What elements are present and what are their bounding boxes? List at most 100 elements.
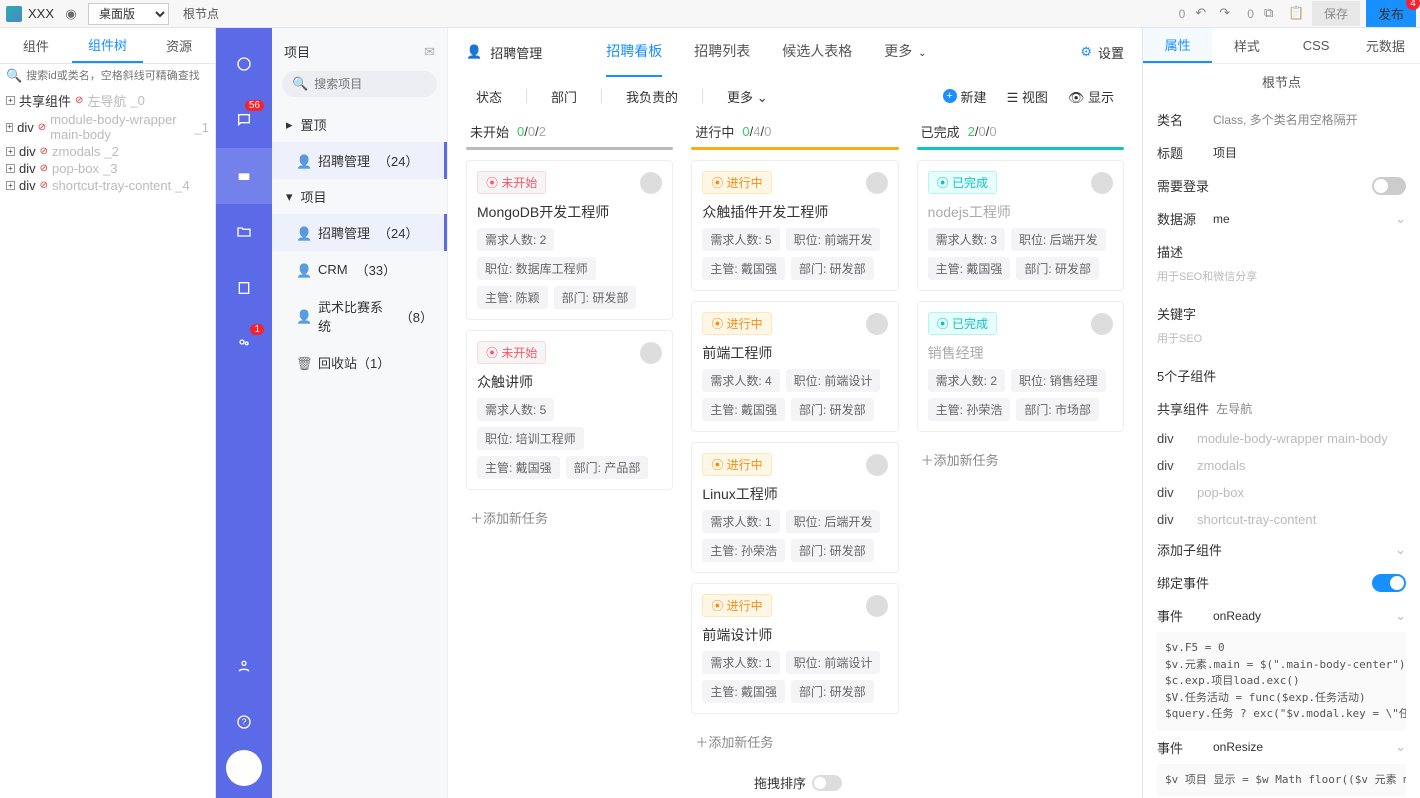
person-icon: 👤 xyxy=(296,154,310,168)
breadcrumb[interactable]: 根节点 xyxy=(175,5,227,22)
undo-icon[interactable]: ↶ xyxy=(1195,5,1213,23)
avatar xyxy=(866,313,888,335)
node-title: 根节点 xyxy=(1143,64,1420,99)
publish-button[interactable]: 发布4 xyxy=(1366,0,1416,27)
mail-icon[interactable]: ✉ xyxy=(424,44,435,60)
rail-profile[interactable] xyxy=(216,638,272,694)
kanban-column: 进行中0/4/0⦿ 进行中众触插件开发工程师需求人数: 5职位: 前端开发主管:… xyxy=(691,116,898,786)
svg-text:?: ? xyxy=(242,717,247,727)
proj-section[interactable]: ▾项目 xyxy=(272,179,447,214)
person-icon: 👤 xyxy=(296,309,310,323)
undo-count: 0 xyxy=(1175,7,1190,21)
kanban-card[interactable]: ⦿ 未开始MongoDB开发工程师需求人数: 2职位: 数据库工程师主管: 陈颖… xyxy=(466,160,673,320)
avatar xyxy=(640,342,662,364)
tab-components[interactable]: 组件 xyxy=(0,28,72,63)
tree-item[interactable]: +div⊘module-body-wrapper main-body _1 xyxy=(6,111,209,143)
paste-icon[interactable]: 📋 xyxy=(1288,5,1306,23)
filter-mine[interactable]: 我负责的 xyxy=(626,87,678,106)
rail-logo[interactable] xyxy=(216,36,272,92)
rtab-1[interactable]: 样式 xyxy=(1212,28,1281,63)
rail-folder[interactable] xyxy=(216,204,272,260)
kanban-card[interactable]: ⦿ 进行中众触插件开发工程师需求人数: 5职位: 前端开发主管: 戴国强部门: … xyxy=(691,160,898,291)
person-icon: 👤 xyxy=(296,226,310,240)
filter-dept[interactable]: 部门 xyxy=(551,87,577,106)
tab-tree[interactable]: 组件树 xyxy=(72,28,144,63)
avatar xyxy=(866,595,888,617)
rail-inbox[interactable] xyxy=(216,148,272,204)
bind-toggle[interactable] xyxy=(1372,574,1406,592)
code-block-2[interactable]: $v 项目 显示 = $w Math floor(($v 元素 main cli… xyxy=(1157,764,1406,797)
person-icon: 👤 xyxy=(296,263,310,277)
kanban-column: 未开始0/0/2⦿ 未开始MongoDB开发工程师需求人数: 2职位: 数据库工… xyxy=(466,116,673,786)
child-item[interactable]: divpop-box xyxy=(1157,479,1406,506)
kanban-card[interactable]: ⦿ 进行中Linux工程师需求人数: 1职位: 后端开发主管: 孙荣浩部门: 研… xyxy=(691,442,898,573)
view-button[interactable]: ☰ 视图 xyxy=(1007,87,1048,106)
tab-3[interactable]: 更多 ⌄ xyxy=(884,28,926,77)
eye-icon[interactable]: ◉ xyxy=(60,5,82,23)
tab-resources[interactable]: 资源 xyxy=(143,28,215,63)
kanban-card[interactable]: ⦿ 已完成nodejs工程师需求人数: 3职位: 后端开发主管: 戴国强部门: … xyxy=(917,160,1124,291)
proj-item-pin-0[interactable]: 👤招聘管理（24） xyxy=(272,142,447,179)
show-button[interactable]: 👁 显示 xyxy=(1068,87,1114,106)
copy-icon[interactable]: ⧉ xyxy=(1264,5,1282,23)
rtab-3[interactable]: 元数据 xyxy=(1351,28,1420,63)
drag-sort-toggle[interactable] xyxy=(812,775,842,791)
gear-icon: ⚙ xyxy=(1080,44,1092,60)
platform-select[interactable]: 桌面版 xyxy=(88,3,169,25)
child-item[interactable]: divmodule-body-wrapper main-body xyxy=(1157,425,1406,452)
filter-status[interactable]: 状态 xyxy=(476,87,502,106)
tree-item[interactable]: +div⊘shortcut-tray-content _4 xyxy=(6,177,209,194)
rail-avatar[interactable] xyxy=(226,750,262,786)
nav-rail: 56 1 ? xyxy=(216,28,272,798)
tree-item[interactable]: +div⊘pop-box _3 xyxy=(6,160,209,177)
topbar: XXX ◉ 桌面版 根节点 0 ↶ ↷ 0 ⧉ 📋 保存 发布4 xyxy=(0,0,1420,28)
code-block[interactable]: $v.F5 = 0 $v.元素.main = $(".main-body-cen… xyxy=(1157,632,1406,731)
avatar xyxy=(1091,313,1113,335)
rail-contacts[interactable] xyxy=(216,260,272,316)
proj-trash[interactable]: 🗑回收站（1） xyxy=(272,344,447,381)
child-item[interactable]: divzmodals xyxy=(1157,452,1406,479)
add-task[interactable]: ＋添加新任务 xyxy=(466,500,673,535)
tab-1[interactable]: 招聘列表 xyxy=(694,28,750,77)
tree-search-input[interactable] xyxy=(26,70,209,82)
person-icon: 👤 xyxy=(466,44,482,60)
login-toggle[interactable] xyxy=(1372,177,1406,195)
component-tree: +共享组件⊘左导航 _0+div⊘module-body-wrapper mai… xyxy=(0,88,215,196)
new-button[interactable]: +新建 xyxy=(943,87,987,106)
tab-2[interactable]: 候选人表格 xyxy=(782,28,852,77)
kanban-card[interactable]: ⦿ 未开始众触讲师需求人数: 5职位: 培训工程师主管: 戴国强部门: 产品部 xyxy=(466,330,673,490)
proj-item-0[interactable]: 👤招聘管理（24） xyxy=(272,214,447,251)
save-button[interactable]: 保存 xyxy=(1312,1,1360,26)
add-task[interactable]: ＋添加新任务 xyxy=(917,442,1124,477)
project-sidebar: 项目✉ 🔍 ▸置顶 👤招聘管理（24） ▾项目 👤招聘管理（24）👤CRM（33… xyxy=(272,28,448,798)
add-task[interactable]: ＋添加新任务 xyxy=(691,724,898,759)
tree-item[interactable]: +共享组件⊘左导航 _0 xyxy=(6,90,209,111)
avatar xyxy=(866,454,888,476)
tab-0[interactable]: 招聘看板 xyxy=(606,28,662,77)
proj-item-1[interactable]: 👤CRM（33） xyxy=(272,251,447,288)
settings-link[interactable]: ⚙设置 xyxy=(1080,43,1124,62)
redo-icon[interactable]: ↷ xyxy=(1219,5,1237,23)
avatar xyxy=(866,172,888,194)
proj-search[interactable]: 🔍 xyxy=(282,71,437,97)
rtab-2[interactable]: CSS xyxy=(1282,28,1351,63)
rail-chat[interactable]: 56 xyxy=(216,92,272,148)
rtab-0[interactable]: 属性 xyxy=(1143,28,1212,63)
drag-sort-label: 拖拽排序 xyxy=(754,773,806,792)
child-item[interactable]: divshortcut-tray-content xyxy=(1157,506,1406,533)
proj-item-2[interactable]: 👤武术比赛系统（8） xyxy=(272,288,447,344)
proj-title: 项目 xyxy=(284,42,310,61)
page-title: 招聘管理 xyxy=(490,43,542,62)
kanban-card[interactable]: ⦿ 进行中前端工程师需求人数: 4职位: 前端设计主管: 戴国强部门: 研发部 xyxy=(691,301,898,432)
app-title: XXX xyxy=(28,6,54,21)
tree-item[interactable]: +div⊘zmodals _2 xyxy=(6,143,209,160)
kanban-column: 已完成2/0/0⦿ 已完成nodejs工程师需求人数: 3职位: 后端开发主管:… xyxy=(917,116,1124,786)
kanban-card[interactable]: ⦿ 进行中前端设计师需求人数: 1职位: 前端设计主管: 戴国强部门: 研发部 xyxy=(691,583,898,714)
filter-more[interactable]: 更多 ⌄ xyxy=(727,87,768,106)
search-icon: 🔍 xyxy=(6,68,22,84)
rail-users[interactable]: 1 xyxy=(216,316,272,372)
proj-pin-section[interactable]: ▸置顶 xyxy=(272,107,447,142)
kanban-card[interactable]: ⦿ 已完成销售经理需求人数: 2职位: 销售经理主管: 孙荣浩部门: 市场部 xyxy=(917,301,1124,432)
rail-help[interactable]: ? xyxy=(216,694,272,750)
center-content: 👤 招聘管理 招聘看板招聘列表候选人表格更多 ⌄ ⚙设置 状态 部门 我负责的 更… xyxy=(448,28,1142,798)
